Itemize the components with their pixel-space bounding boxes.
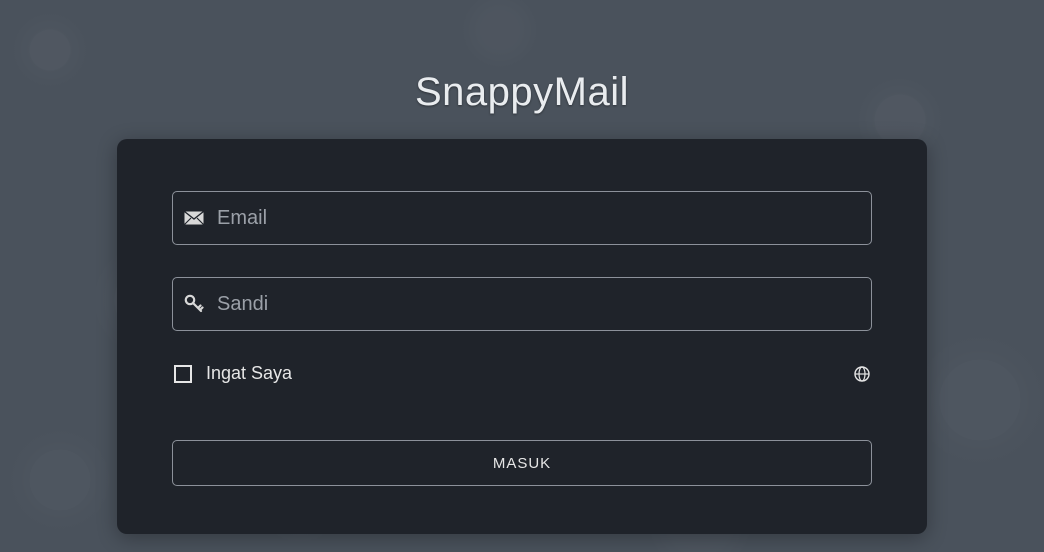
- remember-me-checkbox[interactable]: Ingat Saya: [174, 363, 292, 384]
- password-field-wrap: [172, 277, 872, 331]
- options-row: Ingat Saya: [172, 363, 872, 384]
- remember-me-label: Ingat Saya: [206, 363, 292, 384]
- password-input[interactable]: [172, 277, 872, 331]
- globe-icon: [854, 366, 870, 382]
- key-icon: [184, 294, 204, 314]
- login-card: Ingat Saya MASUK: [117, 139, 927, 534]
- checkbox-box-icon: [174, 365, 192, 383]
- language-selector[interactable]: [854, 366, 870, 382]
- email-field-wrap: [172, 191, 872, 245]
- envelope-icon: [184, 211, 204, 225]
- login-button[interactable]: MASUK: [172, 440, 872, 486]
- login-container: SnappyMail: [0, 0, 1044, 534]
- email-input[interactable]: [172, 191, 872, 245]
- app-title: SnappyMail: [415, 70, 629, 115]
